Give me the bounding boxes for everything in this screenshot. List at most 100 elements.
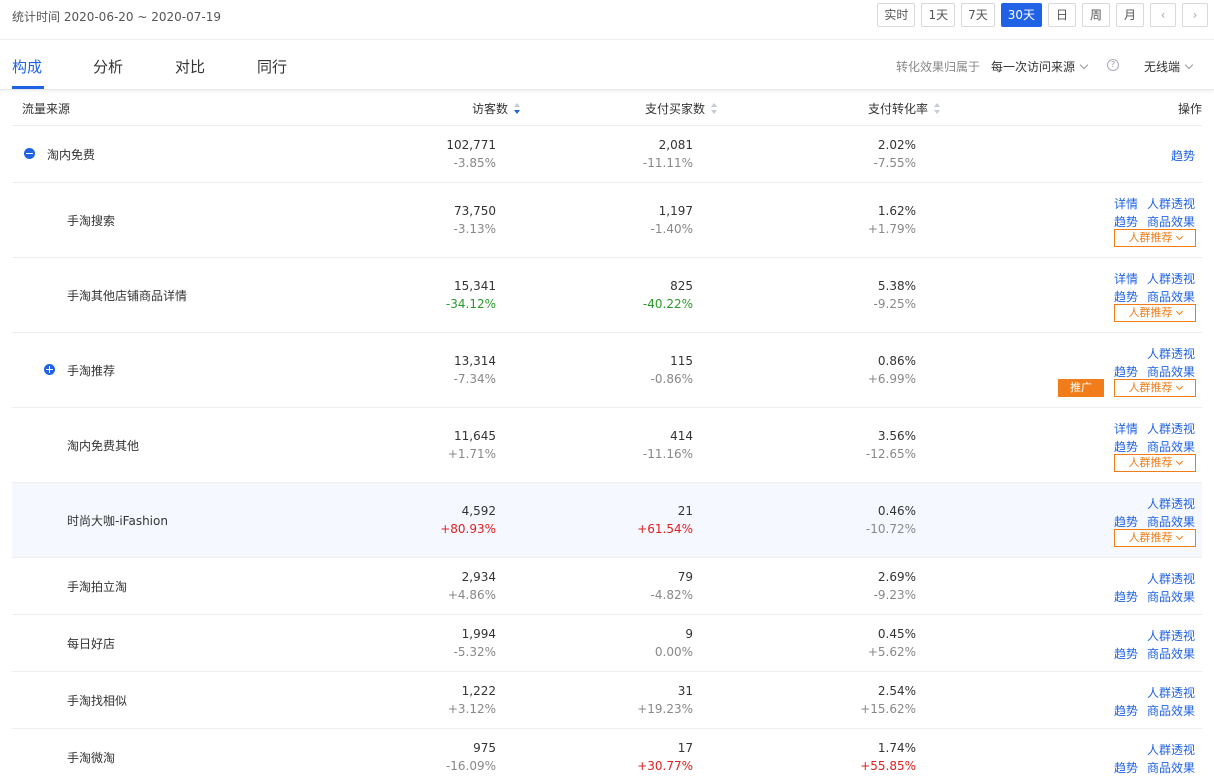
goods-link[interactable]: 商品效果 <box>1147 759 1195 776</box>
buyers-change: -11.16% <box>642 447 693 461</box>
visitors-value: 2,934 <box>461 570 496 584</box>
buyers-value: 1,197 <box>658 204 693 218</box>
sort-icon <box>711 103 718 115</box>
collapse-icon[interactable] <box>24 148 35 159</box>
attribution-select[interactable]: 每一次访问来源 <box>991 58 1089 75</box>
rate-change: -10.72% <box>865 522 916 536</box>
table-row: 手淘拍立淘 2,934 +4.86% 79 -4.82% 2.69% -9.23… <box>12 558 1202 615</box>
visitors-value: 13,314 <box>454 354 496 368</box>
detail-link[interactable]: 详情 <box>1114 420 1138 437</box>
recommend-dropdown[interactable]: 人群推荐 <box>1114 304 1196 322</box>
next-period-button[interactable]: › <box>1182 3 1208 27</box>
chevron-down-icon <box>1175 382 1183 391</box>
table-row: 淘内免费 102,771 -3.85% 2,081 -11.11% 2.02% … <box>12 126 1202 183</box>
buyers-value: 9 <box>685 627 693 641</box>
attribution-label: 转化效果归属于 <box>896 60 981 74</box>
prev-period-button[interactable]: ‹ <box>1150 3 1176 27</box>
goods-link[interactable]: 商品效果 <box>1147 645 1195 662</box>
goods-link[interactable]: 商品效果 <box>1147 288 1195 305</box>
col-rate[interactable]: 支付转化率 <box>868 100 941 117</box>
trend-link[interactable]: 趋势 <box>1114 588 1138 605</box>
visitors-value: 15,341 <box>454 279 496 293</box>
goods-link[interactable]: 商品效果 <box>1147 363 1195 380</box>
tab-peers[interactable]: 同行 <box>257 56 287 77</box>
goods-link[interactable]: 商品效果 <box>1147 513 1195 530</box>
trend-link[interactable]: 趋势 <box>1114 213 1138 230</box>
crowd-link[interactable]: 人群透视 <box>1147 270 1195 287</box>
crowd-link[interactable]: 人群透视 <box>1147 420 1195 437</box>
crowd-link[interactable]: 人群透视 <box>1147 345 1195 362</box>
trend-link[interactable]: 趋势 <box>1114 363 1138 380</box>
rate-value: 1.74% <box>877 741 916 755</box>
trend-link[interactable]: 趋势 <box>1114 438 1138 455</box>
goods-link[interactable]: 商品效果 <box>1147 438 1195 455</box>
goods-link[interactable]: 商品效果 <box>1147 213 1195 230</box>
source-name: 手淘找相似 <box>67 694 128 708</box>
crowd-link[interactable]: 人群透视 <box>1147 195 1195 212</box>
range-week-button[interactable]: 周 <box>1082 3 1110 27</box>
table-row: 手淘搜索 73,750 -3.13% 1,197 -1.40% 1.62% +1… <box>12 183 1202 258</box>
crowd-link[interactable]: 人群透视 <box>1147 627 1195 644</box>
crowd-link[interactable]: 人群透视 <box>1147 570 1195 587</box>
promote-badge[interactable]: 推广 <box>1058 379 1104 397</box>
crowd-link[interactable]: 人群透视 <box>1147 741 1195 758</box>
visitors-value: 11,645 <box>454 429 496 443</box>
recommend-dropdown[interactable]: 人群推荐 <box>1114 454 1196 472</box>
buyers-change: +19.23% <box>637 702 693 716</box>
col-buyers[interactable]: 支付买家数 <box>645 100 718 117</box>
sort-icon <box>934 103 941 115</box>
trend-link[interactable]: 趋势 <box>1114 645 1138 662</box>
visitors-change: -16.09% <box>445 759 496 773</box>
recommend-dropdown[interactable]: 人群推荐 <box>1114 229 1196 247</box>
recommend-dropdown[interactable]: 人群推荐 <box>1114 379 1196 397</box>
terminal-select[interactable]: 无线端 <box>1144 58 1194 75</box>
crowd-link[interactable]: 人群透视 <box>1147 495 1195 512</box>
range-month-button[interactable]: 月 <box>1116 3 1144 27</box>
source-name: 手淘推荐 <box>67 364 116 378</box>
goods-link[interactable]: 商品效果 <box>1147 702 1195 719</box>
tab-analysis[interactable]: 分析 <box>93 56 123 77</box>
trend-link[interactable]: 趋势 <box>1114 288 1138 305</box>
visitors-change: -5.32% <box>453 645 496 659</box>
rate-value: 0.45% <box>877 627 916 641</box>
source-name: 手淘拍立淘 <box>67 580 128 594</box>
tab-compare[interactable]: 对比 <box>175 56 205 77</box>
table-row: 手淘微淘 975 -16.09% 17 +30.77% 1.74% +55.85… <box>12 729 1202 782</box>
question-circle-icon[interactable]: ? <box>1107 59 1119 71</box>
trend-link[interactable]: 趋势 <box>1114 513 1138 530</box>
chevron-right-icon: › <box>1192 8 1198 22</box>
active-tab-underline <box>12 86 44 89</box>
detail-link[interactable]: 详情 <box>1114 270 1138 287</box>
range-day-button[interactable]: 日 <box>1048 3 1076 27</box>
rate-value: 2.02% <box>877 138 916 152</box>
buyers-value: 825 <box>670 279 693 293</box>
chevron-down-icon <box>1175 457 1183 466</box>
goods-link[interactable]: 商品效果 <box>1147 588 1195 605</box>
recommend-label: 人群推荐 <box>1128 231 1173 244</box>
rate-value: 3.56% <box>877 429 916 443</box>
expand-icon[interactable] <box>44 364 55 375</box>
visitors-change: -7.34% <box>453 372 496 386</box>
range-30day-button[interactable]: 30天 <box>1000 3 1042 27</box>
attribution-value: 每一次访问来源 <box>991 60 1076 74</box>
col-visitors[interactable]: 访客数 <box>472 100 521 117</box>
buyers-value: 31 <box>677 684 693 698</box>
source-name: 手淘搜索 <box>67 214 116 228</box>
visitors-value: 1,994 <box>461 627 496 641</box>
range-1day-button[interactable]: 1天 <box>921 3 956 27</box>
recommend-dropdown[interactable]: 人群推荐 <box>1114 529 1196 547</box>
buyers-change: -1.40% <box>650 222 693 236</box>
trend-link[interactable]: 趋势 <box>1171 147 1195 164</box>
source-name: 每日好店 <box>67 637 116 651</box>
visitors-change: -34.12% <box>445 297 496 311</box>
range-7day-button[interactable]: 7天 <box>961 3 995 27</box>
trend-link[interactable]: 趋势 <box>1114 702 1138 719</box>
range-realtime-button[interactable]: 实时 <box>877 3 916 27</box>
visitors-change: -3.85% <box>453 156 496 170</box>
col-visitors-label: 访客数 <box>471 102 508 116</box>
crowd-link[interactable]: 人群透视 <box>1147 684 1195 701</box>
tab-composition[interactable]: 构成 <box>12 56 42 77</box>
detail-link[interactable]: 详情 <box>1114 195 1138 212</box>
trend-link[interactable]: 趋势 <box>1114 759 1138 776</box>
chevron-down-icon <box>1175 307 1183 316</box>
